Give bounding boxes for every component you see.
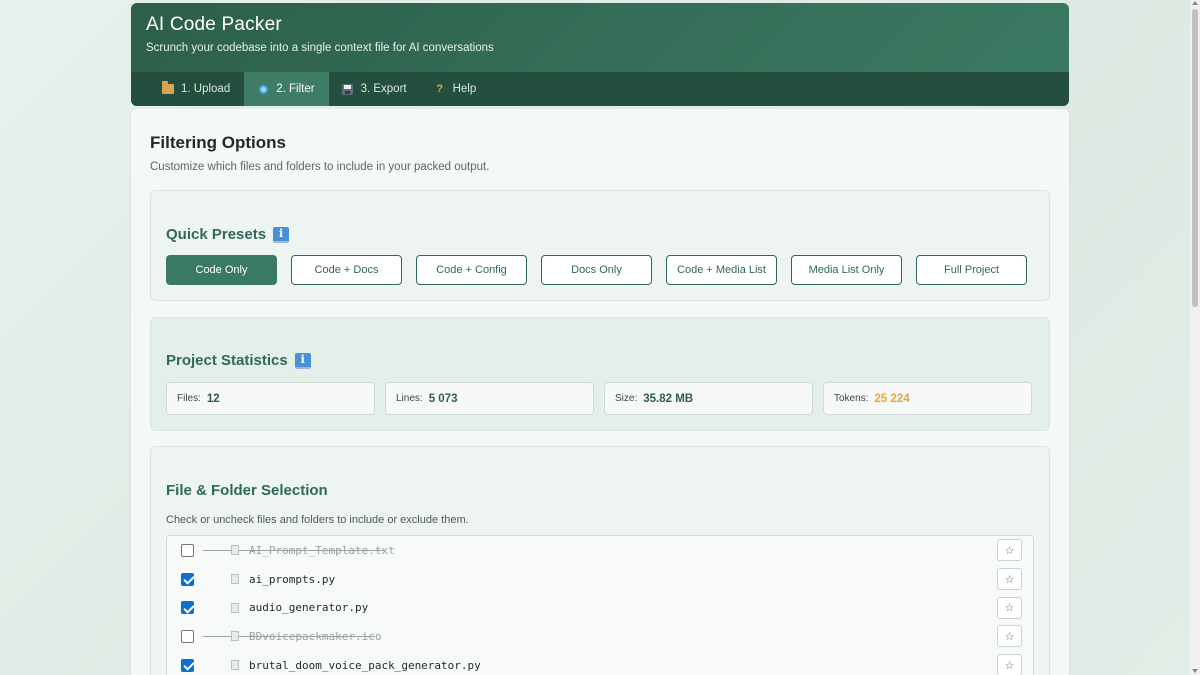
include-checkbox[interactable] (181, 572, 194, 586)
magnifier-icon (256, 82, 270, 96)
stat-value: 12 (206, 392, 220, 405)
list-item: BDvoicepackmaker.ico ☆ (167, 622, 1033, 651)
include-checkbox[interactable] (181, 601, 194, 615)
project-statistics-card: Project Statistics i Files: 12 Lines: 5 … (150, 317, 1050, 431)
stat-label: Lines: (396, 393, 423, 404)
tab-filter[interactable]: 2. Filter (244, 72, 329, 106)
card-title: Project Statistics i (166, 352, 311, 369)
app-header: AI Code Packer Scrunch your codebase int… (131, 3, 1069, 106)
preset-full-project-button[interactable]: Full Project (916, 255, 1027, 285)
tab-export[interactable]: 3. Export (329, 72, 421, 106)
star-icon[interactable]: ☆ (997, 625, 1022, 648)
question-icon: ? (436, 83, 443, 95)
file-list: AI_Prompt_Template.txt ☆ ai_prompts.py ☆… (166, 535, 1034, 675)
preset-code-media-list-button[interactable]: Code + Media List (666, 255, 777, 285)
file-selection-description: Check or uncheck files and folders to in… (166, 514, 469, 526)
quick-presets-card: Quick Presets i Code Only Code + Docs Co… (150, 190, 1050, 301)
stat-size: Size: 35.82 MB (604, 382, 813, 415)
file-name: ai_prompts.py (249, 572, 336, 586)
stat-value: 35.82 MB (643, 392, 694, 405)
tab-label: 1. Upload (181, 83, 231, 95)
scrollbar-thumb[interactable] (1192, 9, 1198, 307)
stat-label: Tokens: (834, 393, 869, 404)
preset-buttons: Code Only Code + Docs Code + Config Docs… (166, 255, 1027, 285)
tab-upload[interactable]: 1. Upload (149, 72, 244, 106)
main-panel: Filtering Options Customize which files … (131, 109, 1069, 675)
include-checkbox[interactable] (181, 543, 194, 557)
star-icon[interactable]: ☆ (997, 654, 1022, 675)
tab-label: 3. Export (360, 83, 407, 95)
preset-code-config-button[interactable]: Code + Config (416, 255, 527, 285)
scroll-up-arrow-icon[interactable] (1192, 1, 1198, 5)
list-item: audio_generator.py ☆ (167, 593, 1033, 622)
tab-label: 2. Filter (276, 83, 315, 95)
stat-lines: Lines: 5 073 (385, 382, 594, 415)
file-selection-card: File & Folder Selection Check or uncheck… (150, 446, 1050, 675)
preset-docs-only-button[interactable]: Docs Only (541, 255, 652, 285)
info-icon[interactable]: i (294, 352, 311, 369)
tab-help[interactable]: ? Help (421, 72, 491, 106)
file-name: audio_generator.py (249, 601, 369, 615)
app-container: AI Code Packer Scrunch your codebase int… (131, 3, 1069, 675)
tab-label: Help (452, 83, 477, 95)
file-name: BDvoicepackmaker.ico (249, 629, 382, 643)
file-icon (231, 574, 239, 585)
card-title: Quick Presets i (166, 226, 290, 243)
star-icon[interactable]: ☆ (997, 539, 1022, 562)
preset-code-docs-button[interactable]: Code + Docs (291, 255, 402, 285)
app-title: AI Code Packer (146, 14, 282, 35)
star-icon[interactable]: ☆ (997, 568, 1022, 591)
page-title: Filtering Options (150, 133, 286, 152)
page-scrollbar[interactable] (1190, 0, 1200, 675)
page-description: Customize which files and folders to inc… (150, 161, 490, 173)
preset-media-list-only-button[interactable]: Media List Only (791, 255, 902, 285)
file-name: AI_Prompt_Template.txt (249, 543, 395, 557)
file-icon (231, 660, 239, 671)
file-selection-title: File & Folder Selection (166, 482, 328, 499)
list-item: brutal_doom_voice_pack_generator.py ☆ (167, 651, 1033, 675)
file-name: brutal_doom_voice_pack_generator.py (249, 658, 481, 672)
scroll-down-arrow-icon[interactable] (1192, 669, 1198, 673)
folder-icon (161, 81, 175, 96)
stat-value: 5 073 (428, 392, 458, 405)
stat-tokens: Tokens: 25 224 (823, 382, 1032, 415)
tab-bar: 1. Upload 2. Filter 3. Export ? Help (131, 72, 1069, 106)
stat-label: Files: (177, 393, 201, 404)
info-icon[interactable]: i (273, 226, 290, 243)
preset-code-only-button[interactable]: Code Only (166, 255, 277, 285)
floppy-disk-icon (341, 82, 355, 96)
project-statistics-title: Project Statistics (166, 352, 288, 369)
include-checkbox[interactable] (181, 629, 194, 643)
list-item: ai_prompts.py ☆ (167, 565, 1033, 594)
stat-label: Size: (615, 393, 638, 404)
file-icon (231, 545, 239, 556)
file-icon (231, 631, 239, 642)
include-checkbox[interactable] (181, 658, 194, 672)
quick-presets-title: Quick Presets (166, 226, 267, 243)
app-subtitle: Scrunch your codebase into a single cont… (146, 42, 494, 54)
star-icon[interactable]: ☆ (997, 596, 1022, 619)
stats-row: Files: 12 Lines: 5 073 Size: 35.82 MB To… (166, 382, 1032, 415)
file-icon (231, 602, 239, 613)
stat-files: Files: 12 (166, 382, 375, 415)
list-item: AI_Prompt_Template.txt ☆ (167, 536, 1033, 565)
stat-value: 25 224 (874, 392, 910, 405)
